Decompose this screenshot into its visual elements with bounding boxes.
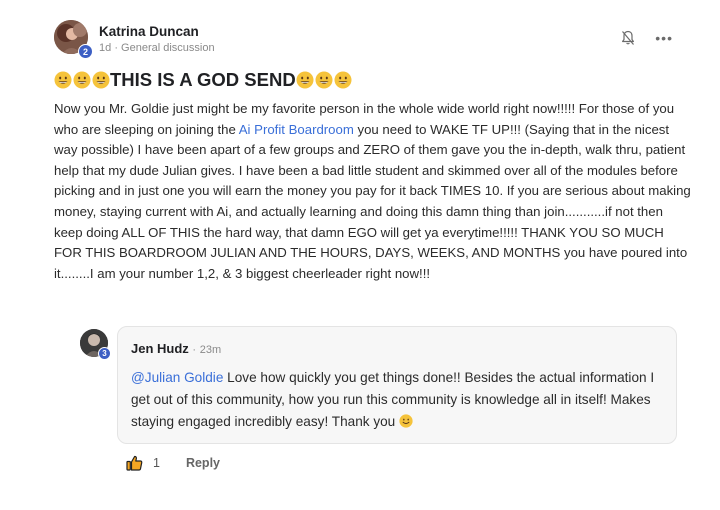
grinning-face-emoji — [92, 71, 110, 89]
grinning-face-emoji — [54, 71, 72, 89]
author-name[interactable]: Katrina Duncan — [99, 24, 215, 40]
more-horizontal-icon[interactable]: ••• — [655, 31, 673, 45]
title-emoji-group-right — [296, 71, 352, 89]
comment-author-name[interactable]: Jen Hudz — [131, 341, 189, 356]
reply-button[interactable]: Reply — [186, 456, 220, 470]
like-count: 1 — [153, 456, 160, 470]
grinning-face-emoji — [296, 71, 314, 89]
grinning-face-emoji — [73, 71, 91, 89]
post-header: 2 Katrina Duncan 1d · General discussion — [54, 20, 694, 62]
post-title: THIS IS A GOD SEND — [54, 69, 694, 91]
user-mention[interactable]: @Julian Goldie — [131, 370, 223, 385]
meta-separator: · — [114, 42, 118, 54]
group-link[interactable]: Ai Profit Boardroom — [239, 122, 354, 137]
comment-author-avatar[interactable]: 3 — [80, 329, 111, 360]
comment-header: Jen Hudz · 23m — [131, 341, 663, 358]
level-badge: 2 — [78, 44, 93, 59]
post-title-text: THIS IS A GOD SEND — [110, 69, 296, 90]
meta-separator: · — [192, 344, 197, 356]
comment-body: @Julian Goldie Love how quickly you get … — [131, 367, 663, 432]
title-emoji-group-left — [54, 71, 110, 89]
post-time: 1d — [99, 42, 112, 54]
post-body-text-cont: you need to WAKE TF UP!!! (Saying that i… — [54, 121, 691, 281]
post-meta: 1d · General discussion — [99, 41, 215, 56]
post-body: Now you Mr. Goldie just might be my favo… — [54, 99, 694, 284]
level-badge: 3 — [98, 347, 111, 360]
grinning-face-emoji — [315, 71, 333, 89]
comment-actions: 1 Reply — [126, 455, 220, 471]
grinning-face-emoji — [334, 71, 352, 89]
comment-bubble: Jen Hudz · 23m @Julian Goldie Love how q… — [117, 326, 677, 444]
smiling-face-emoji — [399, 413, 413, 428]
bell-off-icon[interactable] — [621, 30, 635, 46]
post-actions: ••• — [621, 30, 673, 46]
thumbs-up-icon[interactable] — [126, 455, 143, 471]
comment-time: 23m — [199, 344, 222, 356]
post-card: 2 Katrina Duncan 1d · General discussion… — [54, 20, 694, 284]
post-category[interactable]: General discussion — [121, 42, 215, 54]
author-avatar[interactable]: 2 — [54, 20, 93, 59]
